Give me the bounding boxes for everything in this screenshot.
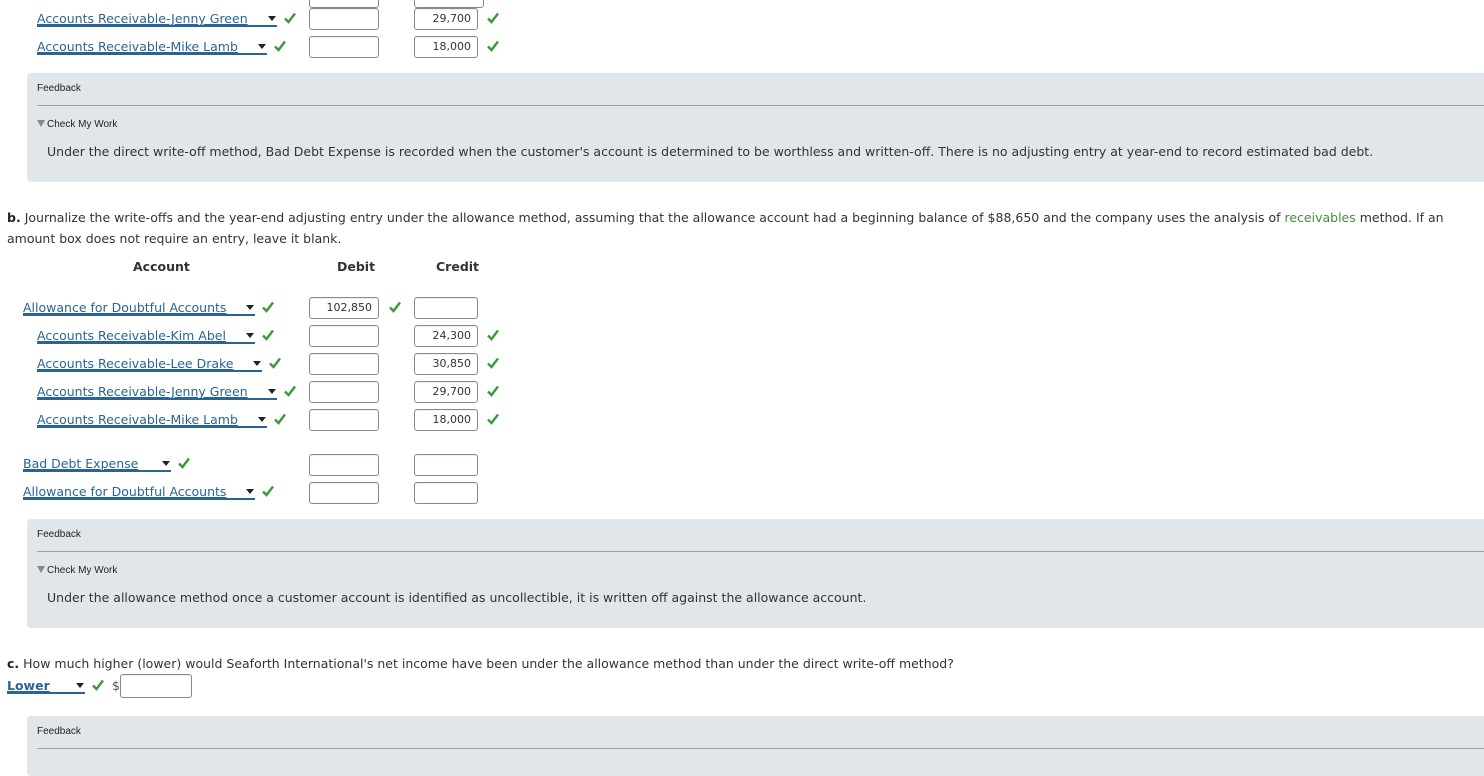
check-icon <box>486 39 500 53</box>
account-select-lee-drake[interactable]: Accounts Receivable-Lee Drake <box>37 356 262 372</box>
check-icon <box>486 11 500 25</box>
divider <box>37 551 1484 552</box>
check-my-work-toggle[interactable]: Check My Work <box>37 565 117 576</box>
check-my-work-toggle[interactable]: Check My Work <box>37 119 117 130</box>
triangle-down-icon <box>37 566 45 573</box>
chevron-down-icon <box>246 489 254 494</box>
feedback-text: Under the allowance method once a custom… <box>47 590 867 605</box>
check-icon <box>273 412 287 426</box>
check-icon <box>283 384 297 398</box>
credit-input[interactable] <box>414 482 478 504</box>
check-icon <box>261 300 275 314</box>
check-icon <box>268 356 282 370</box>
account-select-a-jenny-green[interactable]: Accounts Receivable-Jenny Green <box>37 11 277 27</box>
chevron-down-icon <box>162 461 170 466</box>
feedback-title: Feedback <box>37 529 81 540</box>
chevron-down-icon <box>246 305 254 310</box>
check-icon <box>261 328 275 342</box>
credit-input[interactable]: 18,000 <box>414 409 478 431</box>
header-credit: Credit <box>436 259 480 274</box>
check-icon <box>486 384 500 398</box>
feedback-panel-a: Feedback Check My Work Under the direct … <box>27 73 1484 182</box>
check-icon <box>283 11 297 25</box>
question-c: c. How much higher (lower) would Seafort… <box>7 656 954 671</box>
credit-input[interactable] <box>414 297 478 319</box>
chevron-down-icon <box>253 361 261 366</box>
check-icon <box>486 356 500 370</box>
chevron-down-icon <box>258 417 266 422</box>
chevron-down-icon <box>246 333 254 338</box>
credit-input[interactable]: 29,700 <box>414 8 478 30</box>
direction-select[interactable]: Lower <box>7 678 85 694</box>
credit-input[interactable]: 18,000 <box>414 36 478 58</box>
check-icon <box>91 678 105 692</box>
chevron-down-icon <box>258 44 266 49</box>
feedback-panel-b: Feedback Check My Work Under the allowan… <box>27 519 1484 628</box>
debit-input[interactable] <box>309 325 379 347</box>
debit-input[interactable] <box>309 8 379 30</box>
account-select-allowance[interactable]: Allowance for Doubtful Accounts <box>23 300 255 316</box>
credit-input[interactable]: 24,300 <box>414 325 478 347</box>
debit-input[interactable] <box>309 353 379 375</box>
triangle-down-icon <box>37 120 45 127</box>
header-account: Account <box>133 259 190 274</box>
account-select-kim-abel[interactable]: Accounts Receivable-Kim Abel <box>37 328 255 344</box>
check-icon <box>486 328 500 342</box>
check-icon <box>486 412 500 426</box>
check-icon <box>273 39 287 53</box>
feedback-title: Feedback <box>37 83 81 94</box>
question-b: b. Journalize the write-offs and the yea… <box>7 210 1444 246</box>
credit-input[interactable]: 29,700 <box>414 381 478 403</box>
glossary-link-receivables[interactable]: receivables <box>1284 210 1355 225</box>
account-select-a-mike-lamb[interactable]: Accounts Receivable-Mike Lamb <box>37 39 267 55</box>
chevron-down-icon <box>76 683 84 688</box>
debit-input[interactable] <box>309 409 379 431</box>
divider <box>37 105 1484 106</box>
debit-input[interactable] <box>309 454 379 476</box>
account-select-bad-debt-expense[interactable]: Bad Debt Expense <box>23 456 171 472</box>
check-icon <box>177 456 191 470</box>
check-icon <box>261 484 275 498</box>
divider <box>37 748 1484 749</box>
account-select-allowance-2[interactable]: Allowance for Doubtful Accounts <box>23 484 255 500</box>
debit-input-clipped[interactable] <box>309 0 379 8</box>
debit-input[interactable] <box>309 482 379 504</box>
check-icon <box>388 300 402 314</box>
credit-input[interactable]: 30,850 <box>414 353 478 375</box>
debit-input[interactable] <box>309 36 379 58</box>
chevron-down-icon <box>268 389 276 394</box>
chevron-down-icon <box>268 16 276 21</box>
account-select-mike-lamb[interactable]: Accounts Receivable-Mike Lamb <box>37 412 267 428</box>
feedback-panel-c: Feedback <box>27 716 1484 776</box>
currency-symbol: $ <box>112 678 120 693</box>
feedback-title: Feedback <box>37 726 81 737</box>
debit-input[interactable]: 102,850 <box>309 297 379 319</box>
feedback-text: Under the direct write-off method, Bad D… <box>47 144 1374 159</box>
credit-input-clipped[interactable] <box>414 0 484 8</box>
amount-input[interactable] <box>120 674 192 698</box>
account-select-jenny-green[interactable]: Accounts Receivable-Jenny Green <box>37 384 277 400</box>
credit-input[interactable] <box>414 454 478 476</box>
debit-input[interactable] <box>309 381 379 403</box>
header-debit: Debit <box>337 259 376 274</box>
